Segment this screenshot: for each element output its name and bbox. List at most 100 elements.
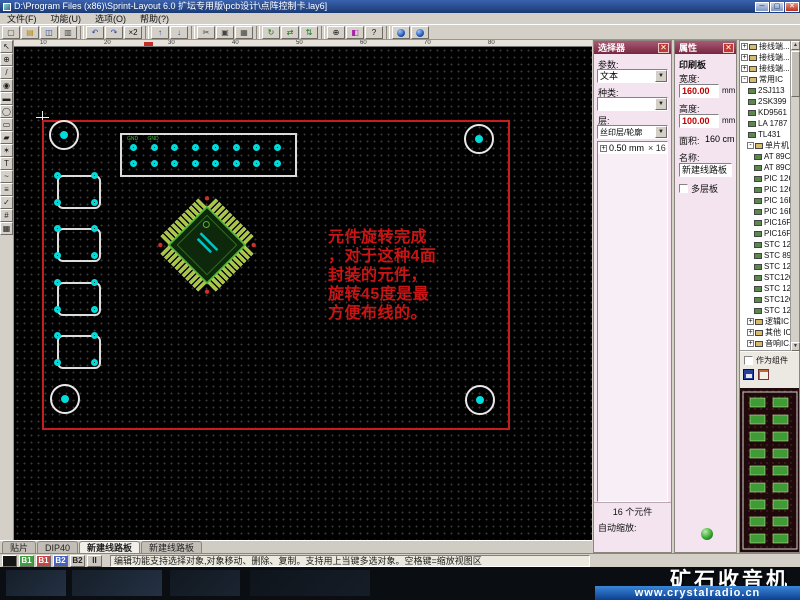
menu-item-3[interactable]: 帮助(?) [133,12,176,25]
close-button[interactable]: ✕ [785,1,799,12]
selector-list-item[interactable]: + 0.50 mm × 16 [598,142,667,154]
connector-pad[interactable] [212,160,219,167]
height-value-input[interactable]: 100.00 [679,114,719,128]
scroll-up-icon[interactable]: ▲ [791,41,800,50]
expand-icon[interactable]: + [747,329,754,336]
layers-button[interactable]: ◧ [346,25,364,39]
connector-pad[interactable] [191,160,199,167]
expand-icon[interactable]: + [600,144,607,152]
connector-pad[interactable] [130,160,137,167]
tab-2[interactable]: 新建线路板 [79,541,141,553]
cut-button[interactable]: ✂ [197,25,215,39]
mirror-horizontal-button[interactable]: ⇄ [281,25,299,39]
test-tool[interactable]: ✓ [0,196,13,209]
open-button[interactable]: ▤ [21,25,39,39]
chevron-down-icon[interactable]: ▼ [655,126,667,138]
connector-pad[interactable] [150,160,158,167]
track-tool[interactable]: / [0,66,13,79]
move-up-button[interactable]: ↑ [151,25,169,39]
expand-icon[interactable]: + [747,340,754,347]
move-down-button[interactable]: ↓ [170,25,188,39]
print-button[interactable]: ▥ [59,25,77,39]
switch-footprint[interactable] [54,172,101,209]
green-indicator-icon[interactable] [701,528,713,540]
smd-pad-tool[interactable]: ▬ [0,92,13,105]
tab-3[interactable]: 新建线路板 [141,541,203,553]
width-value-input[interactable]: 160.00 [679,84,719,98]
connection-tool[interactable]: ~ [0,170,13,183]
pad-tool[interactable]: ◉ [0,79,13,92]
as-component-row[interactable]: 作为组件 [744,355,788,366]
photo-view-tool[interactable]: ▦ [0,222,13,235]
selector-list[interactable]: + 0.50 mm × 16 [597,141,668,502]
expand-icon[interactable]: + [741,43,748,50]
connector-footprint[interactable]: GND GND [120,133,297,177]
zoom-2x-button[interactable]: ×2 [124,25,142,39]
menu-item-1[interactable]: 功能(U) [44,12,89,25]
layer-b1-red-button[interactable]: B1 [36,555,51,567]
help-button[interactable]: ? [365,25,383,39]
rectangle-tool[interactable]: ▭ [0,118,13,131]
book-icon[interactable] [758,369,769,380]
autoroute-tool[interactable]: ≡ [0,183,13,196]
connector-pad[interactable] [273,160,281,167]
corner-pad[interactable] [50,384,80,414]
connector-pad[interactable] [253,144,260,151]
switch-footprint[interactable] [54,332,101,369]
tree-scrollbar[interactable]: ▲ ▼ [790,41,800,351]
mirror-vertical-button[interactable]: ⇅ [300,25,318,39]
layer-pair-button[interactable]: II [87,555,102,567]
expand-icon[interactable]: + [741,65,748,72]
connector-pad[interactable] [171,160,178,167]
expand-icon[interactable]: + [747,318,754,325]
tab-0[interactable]: 贴片 [2,541,37,553]
redo-button[interactable]: ↷ [105,25,123,39]
switch-footprint[interactable] [54,279,101,316]
corner-pad[interactable] [464,124,494,154]
scrollbar-thumb[interactable] [791,51,800,97]
param-select[interactable]: 文本 ▼ [597,69,668,83]
layer-b2-button[interactable]: B2 [70,555,85,567]
connector-pad[interactable] [273,144,281,151]
layer-ball-2-button[interactable] [411,25,429,39]
connector-pad[interactable] [171,144,178,151]
copy-button[interactable]: ▣ [216,25,234,39]
undo-button[interactable]: ↶ [86,25,104,39]
board-name-input[interactable]: 新建线路板 [679,163,732,177]
multilayer-checkbox[interactable] [679,184,688,193]
connector-pad[interactable] [212,144,219,151]
connector-pad[interactable] [150,144,158,151]
maximize-button[interactable]: ▢ [770,1,784,12]
rotate-button[interactable]: ↻ [262,25,280,39]
zone-tool[interactable]: ▰ [0,131,13,144]
layer-select[interactable]: 丝印层/轮廓 ▼ [597,125,668,139]
annotation-text[interactable]: 元件旋转完成 ，对于这种4面 封装的元件， 旋转45度是最 方便布线的。 [328,228,452,323]
measure-tool[interactable]: # [0,209,13,222]
connector-pad[interactable] [232,160,240,167]
pcb-canvas[interactable]: GND GND 元件旋转完成 ，对于这种4面 封装的元件， 旋转45度是最 方便布线的。 [14,47,592,540]
expand-icon[interactable]: + [741,54,748,61]
connector-pad[interactable] [232,144,240,151]
paste-button[interactable]: ▦ [235,25,253,39]
collapse-icon[interactable]: - [741,76,748,83]
black-layer-button[interactable] [2,555,17,567]
connector-pad[interactable] [130,144,137,151]
cursor-tool[interactable]: ↖ [0,40,13,53]
tab-1[interactable]: DIP40 [37,541,79,553]
circle-tool[interactable]: ◯ [0,105,13,118]
save-icon[interactable] [743,369,754,380]
corner-pad[interactable] [465,385,495,415]
connector-pad[interactable] [253,160,260,167]
layer-b2-blue-button[interactable]: B2 [53,555,68,567]
new-button[interactable]: ▢ [2,25,20,39]
layer-ball-1-button[interactable] [392,25,410,39]
corner-pad[interactable] [49,120,79,150]
save-button[interactable]: ◫ [40,25,58,39]
scroll-down-icon[interactable]: ▼ [791,342,800,351]
selector-close-icon[interactable]: ✕ [658,42,669,53]
menu-item-2[interactable]: 选项(O) [88,12,133,25]
properties-close-icon[interactable]: ✕ [723,42,734,53]
kind-select[interactable]: ▼ [597,97,668,111]
zoom-tool[interactable]: ⊕ [0,53,13,66]
menu-item-0[interactable]: 文件(F) [0,12,44,25]
